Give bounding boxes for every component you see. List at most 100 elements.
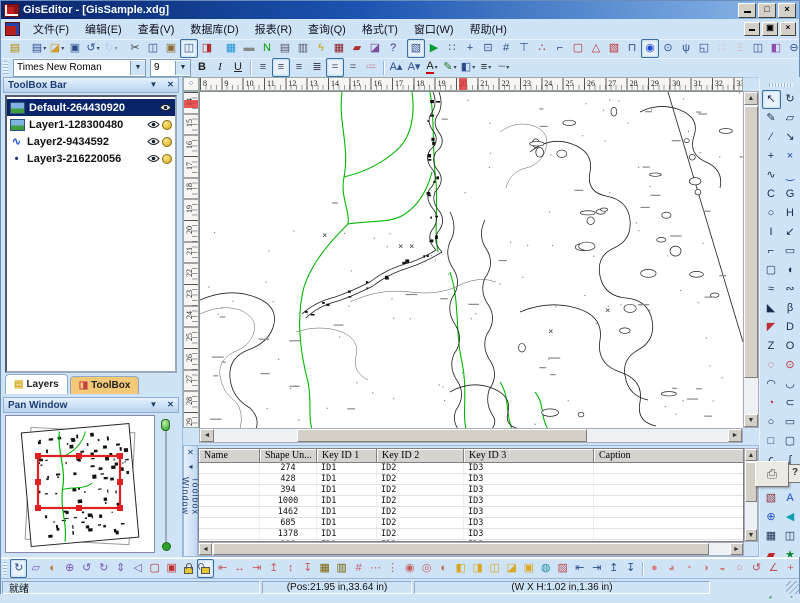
arc-upper-tool-icon[interactable]: ◠ <box>762 375 781 394</box>
slider-track[interactable] <box>165 421 167 545</box>
red-marker-tool-icon[interactable]: ◤ <box>762 318 781 337</box>
fill-color-icon[interactable]: ◧▾ <box>459 58 477 77</box>
tab-toolbox[interactable]: ◨ToolBox <box>70 376 140 394</box>
lock-icon[interactable] <box>180 559 197 578</box>
navigate-icon[interactable]: ◉ <box>641 39 659 58</box>
menu-item-8[interactable]: 窗口(W) <box>406 22 462 38</box>
bring-front-icon[interactable]: ◧ <box>452 559 469 578</box>
rotate-tool-icon[interactable]: ↻ <box>781 90 800 109</box>
trim-icon[interactable]: ◔ <box>680 559 697 578</box>
h-guide-tool-icon[interactable]: H <box>781 204 800 223</box>
layer-edit-icon[interactable] <box>162 154 172 164</box>
prev-view-tool-icon[interactable]: ◀ <box>781 508 800 527</box>
subtract-icon[interactable]: ◎ <box>418 559 435 578</box>
map-canvas[interactable]: ××××× <box>199 91 743 428</box>
union-icon[interactable]: ◕ <box>663 559 680 578</box>
visibility-eye-icon[interactable] <box>147 153 160 165</box>
layer-item-4[interactable]: •Layer3-216220056 <box>7 150 175 167</box>
bezier-node-icon[interactable]: × <box>781 147 800 166</box>
menu-item-6[interactable]: 查询(Q) <box>300 22 354 38</box>
align-tops-icon[interactable]: ↥ <box>265 559 282 578</box>
resize-grip[interactable] <box>786 581 799 594</box>
scroll-thumb[interactable] <box>297 429 587 442</box>
maximize-button[interactable]: □ <box>758 3 776 18</box>
freehand-tool-icon[interactable]: ∿ <box>762 166 781 185</box>
tsquare-icon[interactable]: ⊤ <box>515 39 533 58</box>
lightning-icon[interactable]: ϟ <box>312 39 330 58</box>
new-window-icon[interactable]: ◫ <box>749 39 767 58</box>
align-rights-icon[interactable]: ⇥ <box>248 559 265 578</box>
align-right-icon[interactable]: ≡ <box>290 58 308 77</box>
small-circle-tool-icon[interactable]: ○ <box>762 413 781 432</box>
pick-object-icon[interactable]: ▧ <box>605 39 623 58</box>
punch-icon[interactable]: ◑ <box>697 559 714 578</box>
select-bounds-fill-icon[interactable]: ▣ <box>163 559 180 578</box>
group-icon[interactable]: ▣ <box>520 559 537 578</box>
column-header-5[interactable]: Key ID 3 <box>464 449 594 463</box>
mail-icon[interactable]: ◨ <box>198 39 216 58</box>
table-row[interactable]: 685ID1ID2ID3 <box>199 518 743 529</box>
line-style-icon[interactable]: ┄▾ <box>495 58 513 77</box>
table-row[interactable]: 394ID1ID2ID3 <box>199 485 743 496</box>
align-dots-icon[interactable]: ∷ <box>713 39 731 58</box>
shear-icon[interactable]: ▱ <box>27 559 44 578</box>
section-icon[interactable]: + <box>461 39 479 58</box>
scroll-up-icon[interactable]: ▲ <box>745 449 757 461</box>
fence-icon[interactable]: # <box>350 559 367 578</box>
grid-window-tool-icon[interactable]: ◫ <box>781 527 800 546</box>
panel-menu-icon[interactable]: ▼ <box>146 78 161 92</box>
cloud-tool-icon[interactable]: ≈ <box>762 280 781 299</box>
intersect-icon[interactable]: ◐ <box>435 559 452 578</box>
bspline-tool-icon[interactable]: β <box>781 299 800 318</box>
minimize-button[interactable] <box>738 3 756 18</box>
skew-icon[interactable]: ∠ <box>765 559 782 578</box>
send-back-icon[interactable]: ◨ <box>469 559 486 578</box>
line-width-icon[interactable]: ≡▾ <box>477 58 495 77</box>
menu-item-2[interactable]: 编辑(E) <box>77 22 130 38</box>
line-tool-icon[interactable]: ∕ <box>762 128 781 147</box>
brush-rotate-icon[interactable]: ◐ <box>44 559 61 578</box>
slice-icon[interactable]: ◒ <box>714 559 731 578</box>
table-row[interactable]: 1000ID1ID2ID3 <box>199 496 743 507</box>
column-header-1[interactable]: Name <box>199 449 260 463</box>
save-icon[interactable]: ▣ <box>66 39 84 58</box>
dock-caption[interactable]: ✕ ◂ Toolbox Window <box>184 446 198 556</box>
ellipse-tool-icon[interactable]: ○ <box>762 204 781 223</box>
cut-icon[interactable]: ✂ <box>126 39 144 58</box>
ruler-origin-button[interactable]: ⁘ <box>183 77 199 91</box>
mdi-minimize-button[interactable] <box>744 22 760 36</box>
scribble-tool-icon[interactable]: ∾ <box>781 280 800 299</box>
visibility-eye-icon[interactable] <box>147 136 160 148</box>
curve-tool-icon[interactable]: ‿ <box>781 166 800 185</box>
same-width-icon[interactable]: ▦ <box>316 559 333 578</box>
center-circle-tool-icon[interactable]: ⊙ <box>781 356 800 375</box>
select-bounds-icon[interactable]: ▢ <box>146 559 163 578</box>
layer-edit-icon[interactable] <box>162 120 172 130</box>
panel-close-icon[interactable]: ✕ <box>163 398 178 412</box>
combine-icon[interactable]: ◍ <box>537 559 554 578</box>
visibility-eye-icon[interactable] <box>147 119 160 131</box>
d-shape-tool-icon[interactable]: D <box>781 318 800 337</box>
scroll-left-icon[interactable]: ◄ <box>200 429 214 442</box>
toolbox-bar-caption[interactable]: ToolBox Bar ▼ ✕ <box>3 77 179 93</box>
add-node-icon[interactable]: + <box>782 559 799 578</box>
same-height-icon[interactable]: ▥ <box>333 559 350 578</box>
open-icon[interactable]: ◪▾ <box>48 39 66 58</box>
chart-tool-icon[interactable]: ▧ <box>762 489 781 508</box>
grow-font-icon[interactable]: A▴ <box>387 58 405 77</box>
weld-icon[interactable]: ● <box>646 559 663 578</box>
panel-menu-icon[interactable]: ▼ <box>146 398 161 412</box>
send-backward-icon[interactable]: ◪ <box>503 559 520 578</box>
attribute-grid[interactable]: NameShape Un...Key ID 1Key ID 2Key ID 3C… <box>198 448 744 542</box>
panel-close-icon[interactable]: ✕ <box>163 78 178 92</box>
scroll-left-icon[interactable]: ◄ <box>199 543 212 555</box>
align-centers-icon[interactable]: ↔ <box>231 559 248 578</box>
oval-tool-icon[interactable]: O <box>781 337 800 356</box>
spread-v-icon[interactable]: ⋮ <box>384 559 401 578</box>
align-bottoms-icon[interactable]: ↧ <box>299 559 316 578</box>
image-icon[interactable]: ▦ <box>222 39 240 58</box>
nudge-right-icon[interactable]: ⇥ <box>588 559 605 578</box>
zoom-icon[interactable]: ⊙ <box>659 39 677 58</box>
callout-rect-tool-icon[interactable]: ▢ <box>762 261 781 280</box>
numbered-list-icon[interactable]: ≔ <box>362 58 380 77</box>
